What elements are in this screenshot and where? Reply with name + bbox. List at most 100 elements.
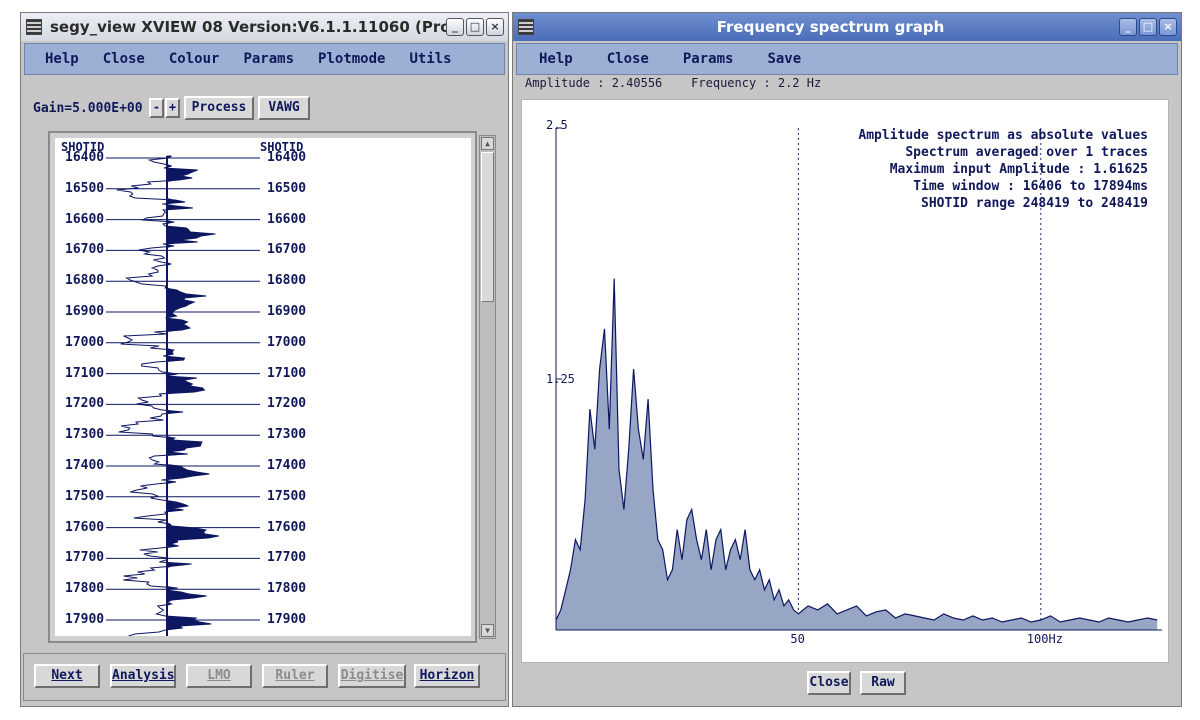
lmo-label: LMO: [207, 668, 231, 683]
scroll-thumb[interactable]: [481, 152, 494, 302]
app-icon[interactable]: [26, 19, 42, 35]
app-icon[interactable]: [518, 19, 534, 35]
menu-save[interactable]: Save: [750, 51, 818, 67]
menu-params[interactable]: Params: [231, 51, 306, 67]
left-menubar: Help Close Colour Params Plotmode Utils: [24, 43, 505, 75]
menu-utils[interactable]: Utils: [397, 51, 463, 67]
info-line-2: Spectrum averaged over 1 traces: [905, 145, 1148, 160]
shot-label-right: 16400: [265, 150, 309, 165]
horizon-label: Horizon: [419, 668, 475, 683]
maximize-icon[interactable]: □: [466, 18, 484, 36]
right-titlebar[interactable]: Frequency spectrum graph _ □ ×: [513, 13, 1181, 41]
trace-positive-fill: [167, 156, 219, 636]
shot-label-right: 17800: [265, 581, 309, 597]
ruler-button[interactable]: Ruler: [262, 664, 328, 688]
digitise-label: Digitise: [340, 668, 404, 683]
next-button[interactable]: Next: [34, 664, 100, 688]
seismic-trace-display[interactable]: SHOTID SHOTID 16400 16400 16500 16500 16600 1…: [55, 138, 471, 636]
shot-label-left: 17800: [63, 581, 107, 597]
shot-label-left: 16900: [63, 304, 107, 319]
shot-label-left: 17100: [63, 365, 107, 381]
frequency-spectrum-window: Frequency spectrum graph _ □ × Help Clos…: [512, 12, 1182, 707]
right-window-controls: _ □ ×: [1119, 18, 1177, 36]
shot-label-left: 16800: [63, 273, 107, 289]
menu-help[interactable]: Help: [517, 51, 590, 67]
scroll-down-icon[interactable]: ▼: [481, 624, 494, 637]
gain-label: Gain=5.000E+00: [33, 101, 143, 116]
spectrum-area-fill: [556, 278, 1158, 630]
raw-button[interactable]: Raw: [860, 671, 906, 695]
shot-label-right: 17700: [265, 550, 309, 566]
shot-label-right: 16800: [265, 273, 309, 289]
menu-close[interactable]: Close: [91, 51, 157, 67]
menu-plotmode[interactable]: Plotmode: [306, 51, 397, 67]
shot-label-right: 17000: [265, 334, 309, 350]
shot-label-right: 16900: [265, 304, 309, 319]
shot-label-left: 16500: [63, 180, 107, 196]
shot-label-right: 16600: [265, 211, 309, 227]
shot-label-right: 16700: [265, 242, 309, 258]
close-icon[interactable]: ×: [486, 18, 504, 36]
horizon-button[interactable]: Horizon: [414, 664, 480, 688]
shot-label-right: 17400: [265, 458, 309, 473]
right-window-title: Frequency spectrum graph: [716, 18, 945, 36]
shot-label-left: 17700: [63, 550, 107, 566]
lmo-button[interactable]: LMO: [186, 664, 252, 688]
gain-increase-button[interactable]: +: [165, 98, 180, 118]
shot-label-left: 17500: [63, 488, 107, 504]
left-button-bar: Next Analysis LMO Ruler Digitise Horizon: [23, 653, 506, 701]
gain-decrease-button[interactable]: -: [149, 98, 164, 118]
next-label: Next: [51, 668, 83, 683]
info-line-3: Maximum input Amplitude : 1.61625: [889, 162, 1148, 177]
process-button[interactable]: Process: [184, 96, 254, 120]
analysis-button[interactable]: Analysis: [110, 664, 176, 688]
left-window-controls: _ □ ×: [446, 18, 504, 36]
shot-label-right: 17300: [265, 427, 309, 443]
info-line-1: Amplitude spectrum as absolute values: [858, 128, 1148, 143]
cursor-readout: Amplitude : 2.40556 Frequency : 2.2 Hz: [525, 76, 822, 90]
minimize-icon[interactable]: _: [446, 18, 464, 36]
right-menubar: Help Close Params Save: [516, 43, 1178, 75]
menu-close[interactable]: Close: [590, 51, 666, 67]
shot-label-left: 16700: [63, 242, 107, 258]
y-tick-label: 1.25: [546, 372, 575, 386]
x-tick-label: 100Hz: [1026, 632, 1063, 646]
segy-view-window: segy_view XVIEW 08 Version:V6.1.1.11060 …: [20, 12, 509, 707]
shot-label-right: 17900: [265, 612, 309, 627]
shot-label-right: 16500: [265, 180, 309, 196]
vawg-button[interactable]: VAWG: [258, 96, 310, 120]
analysis-label: Analysis: [112, 668, 175, 683]
shot-label-right: 17100: [265, 365, 309, 381]
maximize-icon[interactable]: □: [1139, 18, 1157, 36]
shot-label-left: 17300: [63, 427, 107, 443]
spectrum-close-button[interactable]: Close: [807, 671, 851, 695]
menu-help[interactable]: Help: [25, 51, 91, 67]
shot-label-left: 16600: [63, 211, 107, 227]
info-line-5: SHOTID range 248419 to 248419: [921, 196, 1148, 211]
digitise-button[interactable]: Digitise: [338, 664, 406, 688]
shot-label-left: 17600: [63, 519, 107, 535]
shot-label-left: 17900: [63, 612, 107, 627]
shot-label-left: 17400: [63, 458, 107, 473]
shot-label-left: 17000: [63, 334, 107, 350]
menu-params[interactable]: Params: [666, 51, 751, 67]
left-window-title: segy_view XVIEW 08 Version:V6.1.1.11060 …: [50, 18, 446, 36]
y-tick-label: 2.5: [546, 118, 568, 132]
x-tick-label: 50: [790, 632, 805, 646]
vertical-scrollbar[interactable]: ▲ ▼: [479, 135, 496, 639]
ruler-label: Ruler: [275, 668, 315, 683]
minimize-icon[interactable]: _: [1119, 18, 1137, 36]
close-icon[interactable]: ×: [1159, 18, 1177, 36]
menu-colour[interactable]: Colour: [157, 51, 232, 67]
seismic-plot-frame: SHOTID SHOTID 16400 16400 16500 16500 16600 1…: [48, 131, 477, 643]
seismic-trace-plot: [105, 155, 260, 636]
scroll-up-icon[interactable]: ▲: [481, 137, 494, 150]
shot-label-right: 17500: [265, 488, 309, 504]
shot-label-left: 16400: [63, 150, 107, 165]
shot-label-right: 17600: [265, 519, 309, 535]
shot-label-right: 17200: [265, 396, 309, 412]
left-titlebar[interactable]: segy_view XVIEW 08 Version:V6.1.1.11060 …: [21, 13, 508, 41]
spectrum-graph-area[interactable]: Amplitude spectrum as absolute values Sp…: [521, 99, 1169, 663]
info-line-4: Time window : 16406 to 17894ms: [913, 179, 1148, 194]
shot-label-left: 17200: [63, 396, 107, 412]
